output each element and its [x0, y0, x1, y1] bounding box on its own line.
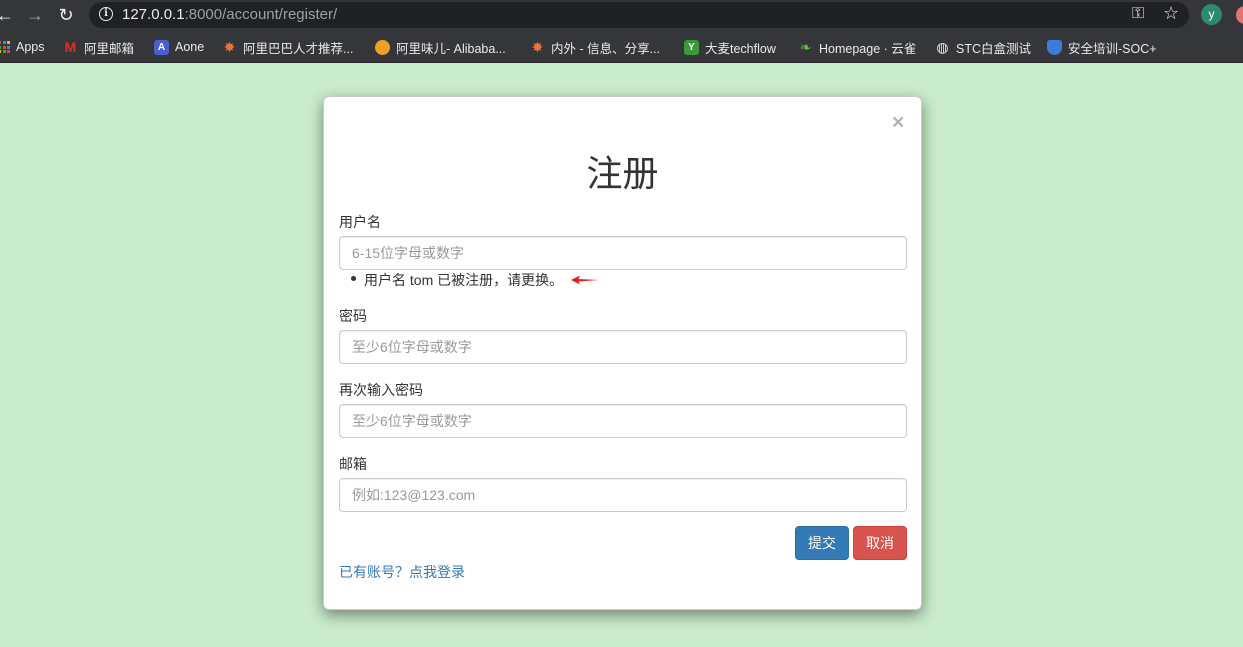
error-message: 用户名 tom 已被注册，请更换。 [364, 272, 564, 288]
close-icon[interactable]: × [892, 111, 904, 135]
email-input[interactable] [339, 478, 907, 512]
profile-avatar[interactable]: y [1201, 4, 1222, 25]
bookmark-stc[interactable]: ◍ STC白盒测试 [935, 38, 1031, 56]
bookmark-neiwai[interactable]: ✸ 内外 - 信息、分享... [530, 38, 660, 56]
forward-icon[interactable]: → [24, 4, 46, 26]
bookmark-label: 阿里邮箱 [84, 41, 135, 56]
extension-icon[interactable] [1236, 6, 1243, 24]
address-bar[interactable]: i 127.0.0.1:8000/account/register/ [89, 2, 1189, 28]
url-host: 127.0.0.1 [122, 6, 185, 23]
bookmark-yunque[interactable]: ❧ Homepage · 云雀 [798, 38, 917, 56]
bookmark-label: Homepage · 云雀 [819, 41, 917, 56]
aone-icon: A [154, 39, 169, 55]
yunque-icon: ❧ [799, 38, 812, 55]
annotation-arrow-icon [571, 275, 600, 285]
bookmark-label: STC白盒测试 [956, 41, 1032, 56]
bookmark-label: Apps [16, 40, 45, 54]
globe-icon: ◍ [936, 38, 949, 55]
bookmarks-bar: Apps M 阿里邮箱 A Aone ✸ 阿里巴巴人才推荐... 阿里味儿- A… [0, 30, 1243, 63]
bookmark-label: Aone [175, 40, 205, 54]
submit-button[interactable]: 提交 [795, 526, 849, 560]
bookmark-label: 安全培训-SOC+ [1068, 41, 1157, 56]
bookmark-soc[interactable]: 安全培训-SOC+ [1047, 38, 1157, 56]
url-text[interactable]: 127.0.0.1:8000/account/register/ [122, 6, 337, 23]
bookmark-aone[interactable]: A Aone [154, 38, 204, 56]
bookmark-label: 阿里味儿- Alibaba... [396, 41, 506, 56]
username-label: 用户名 [339, 214, 381, 230]
email-label: 邮箱 [339, 456, 367, 472]
key-icon[interactable]: ⚿ [1132, 5, 1144, 23]
url-path: :8000/account/register/ [184, 6, 338, 23]
damai-icon: Y [684, 39, 699, 55]
username-input[interactable] [339, 236, 907, 270]
password-confirm-label: 再次输入密码 [339, 382, 423, 398]
info-icon[interactable]: i [99, 7, 113, 21]
bookmark-label: 大麦techflow [705, 41, 776, 56]
password-label: 密码 [339, 308, 367, 324]
bookmark-apps[interactable]: Apps [0, 38, 45, 56]
password-input[interactable] [339, 330, 907, 364]
shield-icon [1047, 39, 1062, 55]
bookmark-label: 阿里巴巴人才推荐... [243, 41, 354, 56]
bookmark-label: 内外 - 信息、分享... [551, 41, 661, 56]
cancel-button[interactable]: 取消 [853, 526, 907, 560]
password-confirm-input[interactable] [339, 404, 907, 438]
browser-toolbar: ← → ↻ i 127.0.0.1:8000/account/register/… [0, 0, 1243, 30]
username-error: 用户名 tom 已被注册，请更换。 [351, 270, 601, 290]
bookmark-alibaba-flavor[interactable]: 阿里味儿- Alibaba... [375, 38, 506, 56]
bookmark-ali-mail[interactable]: M 阿里邮箱 [63, 38, 134, 56]
neiwai-icon: ✸ [531, 38, 544, 55]
alibaba-flavor-icon [375, 39, 390, 55]
bookmark-alibaba-talent[interactable]: ✸ 阿里巴巴人才推荐... [222, 38, 354, 56]
bullet-dot [351, 276, 356, 281]
alibaba-talent-icon: ✸ [223, 38, 236, 55]
register-modal: × 注册 用户名 用户名 tom 已被注册，请更换。 密码 再次输入密码 邮箱 … [323, 96, 922, 610]
apps-grid-icon [0, 41, 10, 53]
bookmark-damai[interactable]: Y 大麦techflow [684, 38, 776, 56]
back-icon[interactable]: ← [0, 4, 16, 26]
login-link[interactable]: 已有账号？点我登录 [339, 562, 465, 582]
bookmark-star-icon[interactable]: ☆ [1163, 3, 1179, 24]
mail-icon: M [64, 38, 77, 55]
page-title: 注册 [586, 153, 659, 194]
reload-icon[interactable]: ↻ [55, 4, 77, 26]
